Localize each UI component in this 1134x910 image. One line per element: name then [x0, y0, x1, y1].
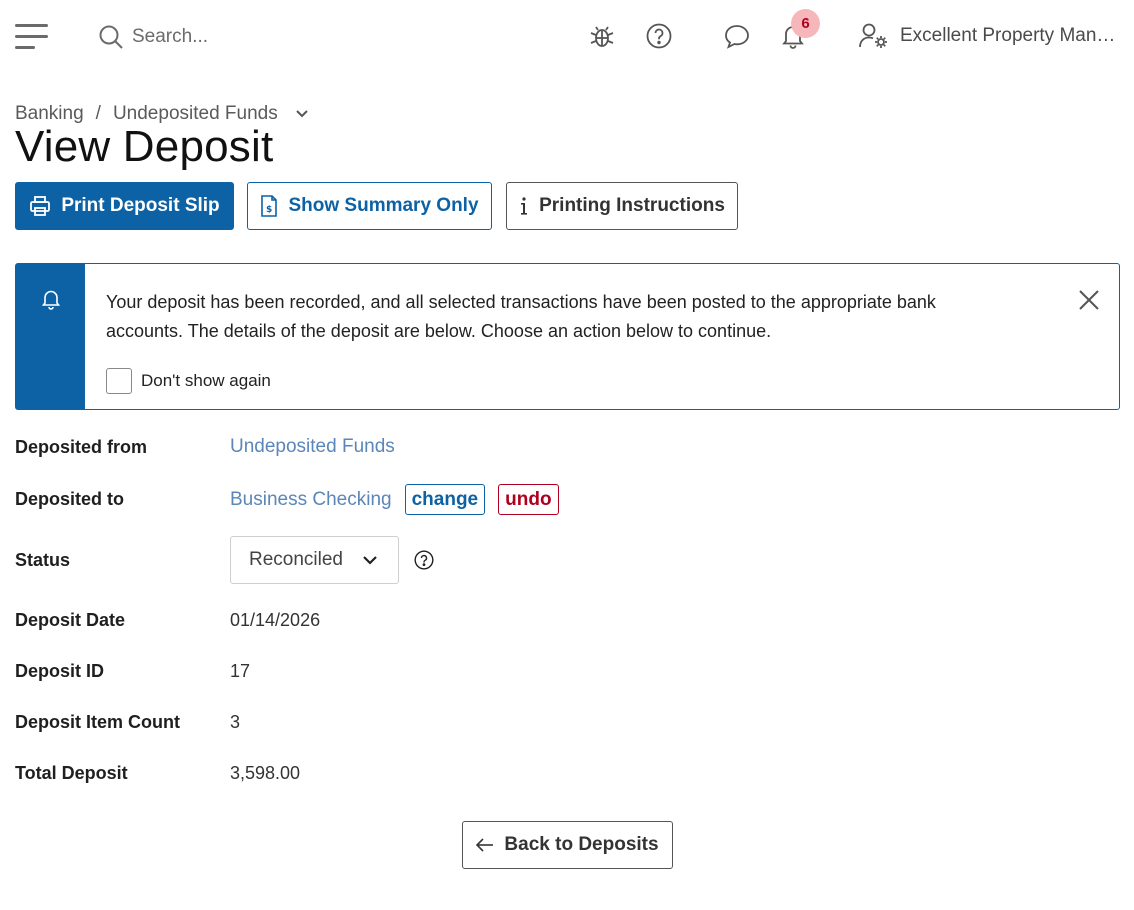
printing-instructions-button[interactable]: Printing Instructions: [506, 182, 738, 230]
account-name: Excellent Property Mana...: [900, 25, 1120, 46]
deposited-from-link[interactable]: Undeposited Funds: [230, 436, 395, 458]
deposit-id-row: Deposit ID 17: [15, 661, 250, 682]
search-icon: [99, 25, 123, 49]
dont-show-again-row: Don't show again: [106, 368, 1099, 394]
deposit-date-row: Deposit Date 01/14/2026: [15, 610, 320, 631]
print-deposit-slip-label: Print Deposit Slip: [61, 195, 220, 216]
status-row: Status Reconciled: [15, 536, 434, 584]
chevron-down-icon[interactable]: [294, 106, 310, 122]
notification-count-badge[interactable]: 6: [791, 9, 820, 38]
top-bar: 6 Excellent Property Mana...: [0, 0, 1134, 74]
deposit-id-value: 17: [230, 661, 251, 681]
chat-icon[interactable]: [723, 22, 751, 50]
deposit-date-label: Deposit Date: [15, 610, 126, 630]
receipt-icon: $: [261, 195, 278, 217]
deposit-id-label: Deposit ID: [15, 661, 105, 681]
bug-icon[interactable]: [588, 22, 616, 50]
user-settings-icon: [859, 23, 887, 48]
status-label: Status: [15, 549, 71, 570]
show-summary-only-button[interactable]: $ Show Summary Only: [247, 182, 492, 230]
status-help-icon[interactable]: [414, 550, 434, 570]
menu-icon[interactable]: [15, 24, 49, 50]
page-title: View Deposit: [15, 122, 274, 171]
arrow-left-icon: [476, 838, 494, 852]
print-deposit-slip-button[interactable]: Print Deposit Slip: [15, 182, 234, 230]
alert-message: Your deposit has been recorded, and all …: [106, 292, 936, 341]
deposit-recorded-alert: Your deposit has been recorded, and all …: [15, 263, 1120, 410]
total-deposit-label: Total Deposit: [15, 763, 128, 783]
deposited-from-label: Deposited from: [15, 436, 148, 457]
status-select[interactable]: Reconciled: [230, 536, 399, 584]
deposited-to-link[interactable]: Business Checking: [230, 489, 392, 511]
help-icon[interactable]: [645, 22, 673, 50]
printing-instructions-label: Printing Instructions: [539, 195, 725, 216]
deposited-to-row: Deposited to Business Checking change un…: [15, 484, 559, 515]
back-to-deposits-label: Back to Deposits: [504, 834, 659, 855]
total-deposit-value: 3,598.00: [230, 763, 301, 783]
deposit-item-count-value: 3: [230, 712, 241, 732]
close-icon[interactable]: [1077, 288, 1101, 312]
printer-icon: [30, 196, 51, 216]
deposit-date-value: 01/14/2026: [230, 610, 321, 630]
account-menu[interactable]: Excellent Property Mana...: [858, 22, 1120, 50]
bell-icon: [41, 290, 60, 310]
alert-body: Your deposit has been recorded, and all …: [85, 264, 1119, 409]
change-account-button[interactable]: change: [404, 484, 486, 515]
info-icon: [521, 197, 528, 215]
deposit-item-count-row: Deposit Item Count 3: [15, 712, 240, 733]
show-summary-only-label: Show Summary Only: [288, 195, 479, 216]
search-input[interactable]: [132, 26, 372, 48]
search-box[interactable]: [98, 22, 398, 52]
deposited-to-label: Deposited to: [15, 489, 125, 509]
back-to-deposits-button[interactable]: Back to Deposits: [462, 821, 673, 869]
deposited-from-row: Deposited from Undeposited Funds: [15, 436, 395, 458]
undo-button[interactable]: undo: [498, 484, 559, 515]
chevron-down-icon: [363, 556, 377, 565]
deposit-item-count-label: Deposit Item Count: [15, 712, 180, 732]
svg-text:$: $: [266, 205, 272, 215]
alert-icon-panel: [16, 264, 85, 409]
dont-show-again-checkbox[interactable]: [106, 368, 132, 394]
total-deposit-row: Total Deposit 3,598.00: [15, 763, 300, 784]
status-select-value: Reconciled: [249, 549, 343, 570]
dont-show-again-label[interactable]: Don't show again: [141, 371, 271, 391]
